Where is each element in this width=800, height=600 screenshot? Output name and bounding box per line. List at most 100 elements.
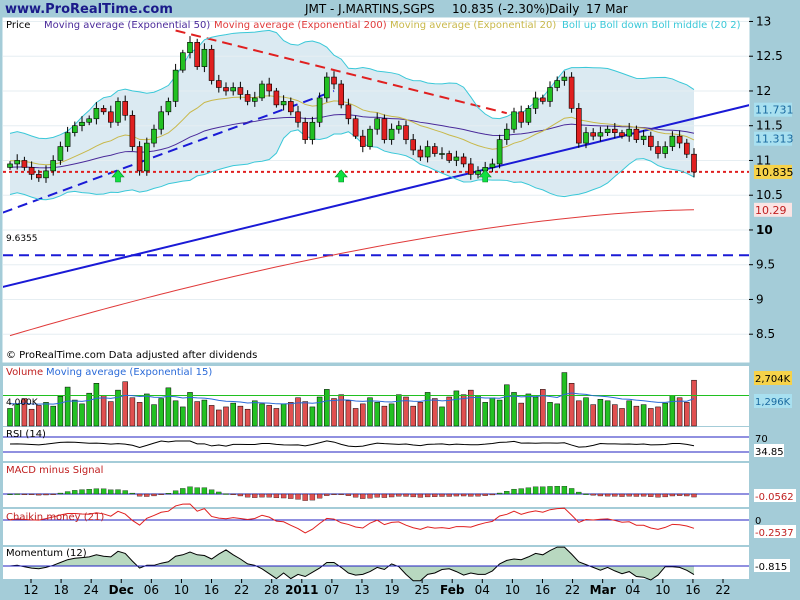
candle-body — [280, 101, 287, 106]
candle-body — [180, 52, 186, 71]
volume-bar — [352, 408, 359, 427]
macd-bar — [158, 493, 164, 495]
macd-bar — [7, 493, 13, 495]
volume-bar — [273, 408, 280, 427]
volume-bar — [547, 402, 553, 427]
period-label: Daily — [549, 2, 579, 16]
candle-body — [547, 87, 553, 102]
candle-body — [619, 132, 625, 137]
candle-body — [259, 83, 265, 99]
volume-bar — [633, 405, 640, 427]
candle-body — [57, 146, 64, 161]
x-tick-label: 22 — [565, 583, 580, 597]
macd-bar — [21, 493, 28, 495]
volume-bar — [201, 399, 208, 427]
y-tick-label: 11.5 — [756, 119, 783, 133]
macd-value: -0.0562 — [755, 492, 794, 503]
candle-body — [676, 135, 683, 144]
volume-level-label: 4,000K — [6, 398, 39, 408]
volume-bar — [619, 408, 625, 427]
volume-bar — [648, 408, 654, 427]
candle-body — [475, 170, 481, 175]
macd-bar — [496, 492, 503, 495]
macd-bar — [122, 490, 128, 495]
macd-bar — [504, 491, 510, 495]
volume-bar — [475, 395, 481, 427]
candle-body — [316, 97, 323, 123]
macd-bar — [144, 493, 150, 497]
volume-ma-legend: Moving average (Exponential 15) — [46, 367, 212, 378]
x-tick-label: 12 — [23, 583, 38, 597]
volume-bar — [302, 401, 308, 427]
candle-body — [331, 76, 337, 85]
chaikin-value: -0.2537 — [755, 528, 794, 539]
volume-bar — [576, 400, 582, 427]
volume-bar — [417, 402, 424, 427]
volume-bar — [136, 402, 143, 427]
macd-bar — [396, 493, 402, 497]
candle-body — [691, 153, 697, 173]
rsi-level-label: 70 — [755, 434, 768, 445]
candle-body — [295, 111, 301, 123]
x-tick-label: 13 — [354, 583, 369, 597]
candle-body — [79, 121, 85, 127]
candle-body — [431, 146, 438, 154]
momentum-label: Momentum (12) — [6, 548, 87, 559]
candle-body — [683, 142, 690, 155]
candle-body — [489, 163, 496, 168]
price-badge-text: 11.313 — [755, 133, 794, 146]
volume-bar — [230, 402, 236, 427]
volume-bar — [79, 403, 85, 427]
macd-bar — [309, 493, 316, 501]
legend-ema50: Moving average (Exponential 50) — [44, 20, 210, 31]
candle-body — [417, 149, 424, 158]
candle-body — [511, 111, 517, 130]
macd-bar — [266, 493, 272, 498]
x-tick-label: 16 — [204, 583, 219, 597]
volume-bar — [158, 398, 164, 427]
volume-bar — [655, 406, 661, 427]
volume-bar — [50, 405, 56, 427]
volume-bar — [432, 398, 438, 427]
macd-bar — [597, 493, 604, 497]
volume-bar — [540, 389, 546, 427]
volume-bar — [583, 397, 589, 427]
candle-body — [561, 76, 568, 81]
candle-body — [151, 128, 157, 144]
macd-bar — [374, 493, 380, 498]
x-tick-label: 19 — [384, 583, 399, 597]
candle-body — [367, 128, 373, 147]
x-tick-label: 22 — [715, 583, 730, 597]
candle-body — [216, 80, 222, 88]
macd-bar — [187, 486, 193, 495]
candle-body — [539, 97, 546, 102]
candle-body — [43, 170, 49, 179]
candle-body — [64, 132, 71, 147]
volume-bar — [100, 395, 107, 427]
volume-bar — [180, 406, 186, 427]
candle-body — [388, 128, 395, 140]
volume-bar — [57, 395, 64, 427]
candle-body — [359, 135, 366, 147]
macd-bar — [72, 490, 78, 495]
macd-bar — [561, 486, 568, 495]
macd-bar — [540, 486, 546, 495]
candle-body — [611, 128, 618, 133]
candle-body — [323, 76, 330, 99]
macd-bar — [511, 488, 517, 495]
x-tick-label: Dec — [109, 583, 134, 597]
x-tick-label: 04 — [475, 583, 490, 597]
volume-bar — [374, 402, 380, 427]
candle-body — [14, 160, 20, 165]
candle-body — [223, 87, 229, 92]
site-name[interactable]: www.ProRealTime.com — [5, 2, 173, 17]
candle-body — [439, 153, 445, 155]
volume-bar — [568, 383, 575, 427]
candle-body — [230, 87, 236, 92]
candle-body — [208, 48, 215, 81]
date-label: 17 Mar — [586, 2, 628, 16]
volume-bar — [151, 404, 157, 427]
macd-bar — [50, 493, 56, 495]
candle-body — [244, 94, 251, 102]
volume-bar — [367, 397, 373, 427]
